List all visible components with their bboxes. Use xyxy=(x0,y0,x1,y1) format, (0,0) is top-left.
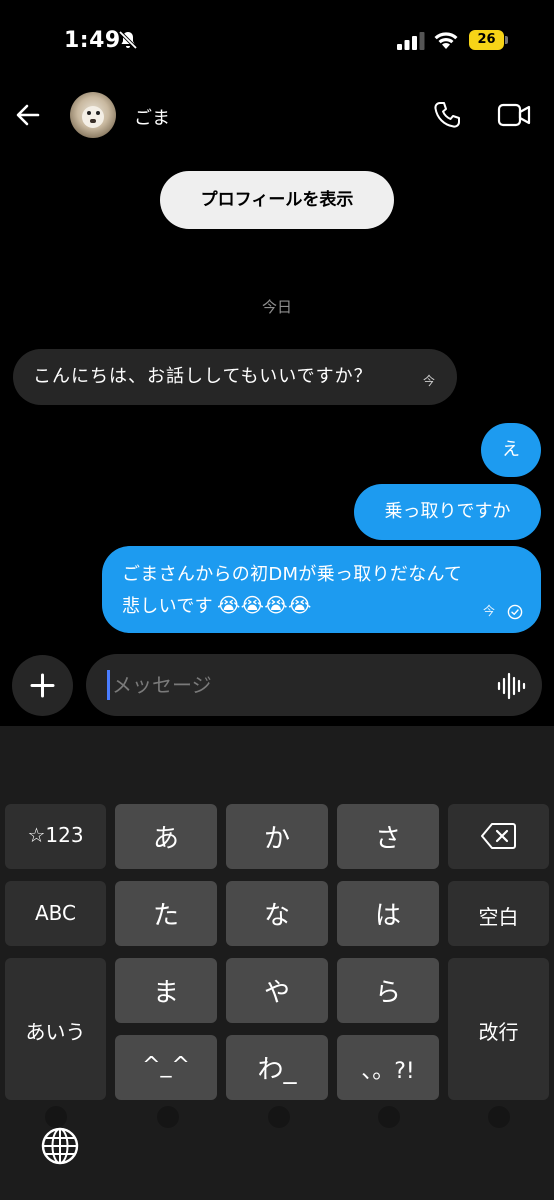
key-symbols[interactable]: ☆123 xyxy=(5,804,106,869)
message-text: え xyxy=(502,439,520,460)
wifi-icon xyxy=(434,32,458,49)
message-text-line2: 悲しいです 😭😭😭😭 xyxy=(122,590,523,622)
message-text: 乗っ取りですか xyxy=(384,501,511,522)
keyboard: ☆123 あ か さ ABC た な は 空白 あいう ま や ら 改行 ^_^… xyxy=(0,726,554,1200)
message-text: こんにちは、お話ししてもいいですか？ xyxy=(33,366,373,387)
back-arrow-icon[interactable] xyxy=(14,101,42,129)
outgoing-message[interactable]: ごまさんからの初DMが乗っ取りだなんて 悲しいです 😭😭😭😭 今 xyxy=(102,546,541,633)
keyboard-shadow xyxy=(157,1106,179,1128)
key-wa[interactable]: わ_ xyxy=(226,1035,328,1100)
avatar-nose xyxy=(90,119,96,123)
crying-emoji: 😭😭😭😭 xyxy=(216,593,312,617)
key-ha[interactable]: は xyxy=(337,881,439,946)
avatar[interactable] xyxy=(70,92,116,138)
delete-key[interactable] xyxy=(448,804,549,869)
bell-muted-icon xyxy=(118,30,138,50)
key-punctuation[interactable]: 、。?! xyxy=(337,1035,439,1100)
message-text-line1: ごまさんからの初DMが乗っ取りだなんて xyxy=(122,564,463,585)
message-time: 今 xyxy=(482,604,495,618)
battery-icon: 26 xyxy=(469,30,509,50)
keyboard-shadow xyxy=(488,1106,510,1128)
key-enter[interactable]: 改行 xyxy=(448,958,549,1100)
key-ra[interactable]: ら xyxy=(337,958,439,1023)
incoming-message[interactable]: こんにちは、お話ししてもいいですか？ 今 xyxy=(13,349,457,405)
avatar-dog-face xyxy=(82,106,104,128)
outgoing-message[interactable]: 乗っ取りですか xyxy=(354,484,541,540)
key-na[interactable]: な xyxy=(226,881,328,946)
plus-icon xyxy=(30,673,55,698)
key-ka[interactable]: か xyxy=(226,804,328,869)
key-ma[interactable]: ま xyxy=(115,958,217,1023)
text-caret xyxy=(107,670,110,700)
contact-name[interactable]: ごま xyxy=(134,104,170,130)
status-bar: 1:49 26 xyxy=(0,0,554,84)
key-a[interactable]: あ xyxy=(115,804,217,869)
battery-tip xyxy=(505,36,508,44)
read-check-icon xyxy=(507,604,523,620)
key-space[interactable]: 空白 xyxy=(448,881,549,946)
status-time: 1:49 xyxy=(64,28,121,53)
avatar-eye xyxy=(87,111,91,115)
globe-icon[interactable] xyxy=(40,1126,80,1166)
key-kana[interactable]: あいう xyxy=(5,958,106,1100)
outgoing-message[interactable]: え xyxy=(481,423,541,477)
phone-icon[interactable] xyxy=(432,100,462,130)
message-time: 今 xyxy=(422,374,436,388)
keyboard-shadow xyxy=(268,1106,290,1128)
message-field[interactable] xyxy=(86,654,542,716)
key-abc[interactable]: ABC xyxy=(5,881,106,946)
keyboard-shadow xyxy=(378,1106,400,1128)
video-call-icon[interactable] xyxy=(497,100,531,130)
message-input[interactable] xyxy=(112,668,492,702)
key-ya[interactable]: や xyxy=(226,958,328,1023)
key-ta[interactable]: た xyxy=(115,881,217,946)
avatar-eye xyxy=(96,111,100,115)
add-attachment-button[interactable] xyxy=(12,655,73,716)
key-dakuten[interactable]: ^_^ xyxy=(115,1035,217,1100)
keyboard-shadow xyxy=(45,1106,67,1128)
backspace-icon xyxy=(481,823,516,849)
cellular-signal-icon xyxy=(397,32,425,50)
battery-level: 26 xyxy=(469,30,504,50)
view-profile-button[interactable]: プロフィールを表示 xyxy=(160,171,394,229)
message-text: 悲しいです xyxy=(122,596,213,617)
voice-message-icon[interactable] xyxy=(496,672,526,700)
date-separator: 今日 xyxy=(261,298,292,316)
key-sa[interactable]: さ xyxy=(337,804,439,869)
chat-header: ごま xyxy=(0,84,554,148)
